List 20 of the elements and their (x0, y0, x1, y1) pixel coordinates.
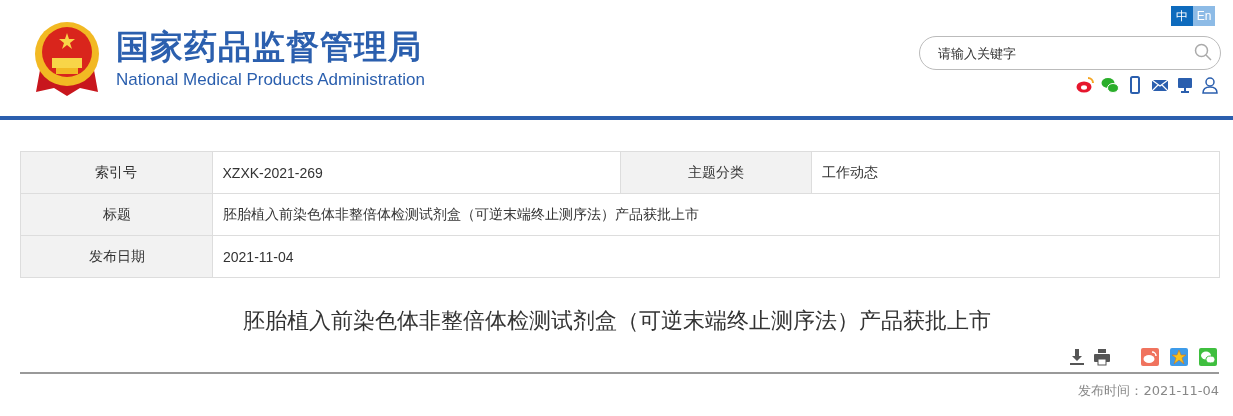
field-value: 2021-11-04 (222, 247, 295, 267)
field-label: 主题分类 (619, 152, 812, 193)
monitor-icon[interactable] (1176, 76, 1194, 94)
article-title: 胚胎植入前染色体非整倍体检测试剂盒（可逆末端终止测序法）产品获批上市 (241, 307, 992, 335)
field-label: 发布日期 (21, 236, 213, 277)
field-value: 工作动态 (821, 162, 879, 182)
field-label: 标题 (21, 194, 213, 235)
field-value: 胚胎植入前染色体非整倍体检测试剂盒（可逆末端终止测序法）产品获批上市 (222, 204, 700, 224)
language-tab[interactable]: 中 (1171, 6, 1193, 26)
star-share-icon[interactable] (1168, 348, 1190, 366)
publish-time: 发布时间：2021-11-04 (1077, 382, 1219, 400)
user-icon[interactable] (1201, 76, 1219, 94)
search-field[interactable]: 请输入关键字 (919, 36, 1221, 70)
printer-icon[interactable] (1093, 348, 1111, 366)
download-icon[interactable] (1068, 348, 1086, 366)
chat-bubbles-icon[interactable] (1101, 76, 1119, 94)
site-subtitle: National Medical Products Administration (116, 70, 425, 90)
field-value: XZXK-2021-269 (221, 163, 324, 183)
field-label: 索引号 (21, 152, 213, 193)
site-title: 国家药品监督管理局 (116, 26, 423, 68)
